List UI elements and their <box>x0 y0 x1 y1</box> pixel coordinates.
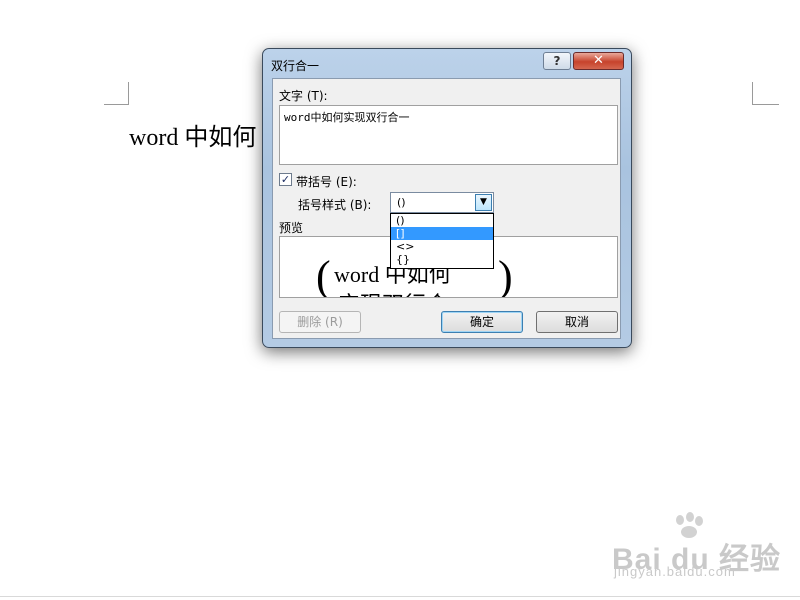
bracket-option-angle[interactable]: <> <box>391 240 493 253</box>
preview-close-paren: ) <box>498 252 513 298</box>
cancel-button[interactable]: 取消 <box>536 311 618 333</box>
bracket-style-label: 括号样式 (B): <box>298 198 372 212</box>
two-lines-in-one-dialog: 双行合一 ? ✕ 文字 (T): word中如何实现双行合一 ✓ 带括号 (E)… <box>262 48 632 348</box>
watermark-url: jingyan.baidu.com <box>614 564 736 579</box>
bracket-checkbox-label[interactable]: 带括号 (E): <box>296 173 357 190</box>
bracket-style-value: () <box>397 196 406 209</box>
text-label: 文字 (T): <box>279 89 328 103</box>
crop-mark-top-right <box>752 82 779 105</box>
dialog-title: 双行合一 <box>271 59 320 73</box>
dropdown-arrow-icon[interactable]: ▼ <box>475 194 492 211</box>
bracket-option-curly[interactable]: {} <box>391 253 493 266</box>
text-input[interactable]: word中如何实现双行合一 <box>279 105 618 165</box>
bracket-option-square[interactable]: [] <box>391 227 493 240</box>
bracket-style-dropdown-list: () [] <> {} <box>390 213 494 269</box>
close-button[interactable]: ✕ <box>573 52 624 70</box>
bracket-style-select[interactable]: () ▼ <box>390 192 494 213</box>
preview-open-paren: ( <box>316 252 331 298</box>
bracket-option-parentheses[interactable]: () <box>391 214 493 227</box>
crop-mark-top-left <box>104 82 129 105</box>
delete-button[interactable]: 删除 (R) <box>279 311 361 333</box>
document-text[interactable]: word 中如何 <box>129 117 256 152</box>
preview-line-2: 实现双行合一 <box>338 287 470 297</box>
ok-button[interactable]: 确定 <box>441 311 523 333</box>
watermark: Bai du 经验 jingyan.baidu.com <box>612 512 792 584</box>
bracket-checkbox[interactable]: ✓ <box>279 173 292 186</box>
preview-label: 预览 <box>279 221 304 235</box>
status-divider <box>0 596 800 597</box>
dialog-body: 文字 (T): word中如何实现双行合一 ✓ 带括号 (E): 括号样式 (B… <box>272 78 621 339</box>
help-button[interactable]: ? <box>543 52 571 70</box>
